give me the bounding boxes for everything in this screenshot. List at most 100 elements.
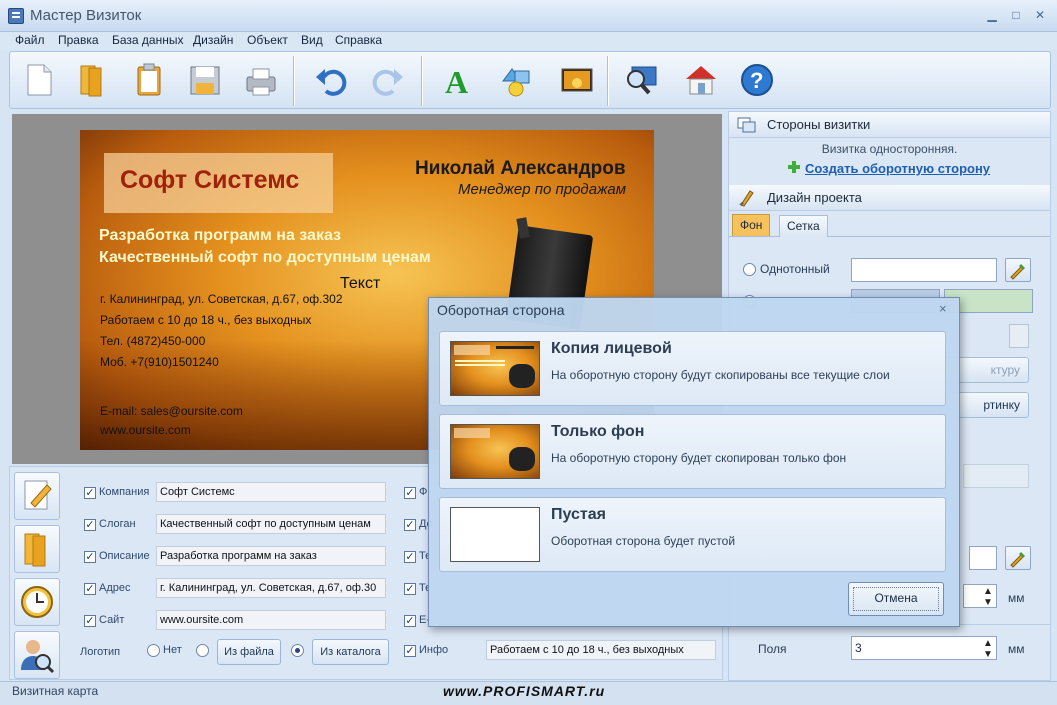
shape-tool-icon[interactable] <box>497 61 535 99</box>
info-checkbox[interactable]: ✓ <box>404 645 416 657</box>
logo-none-radio[interactable] <box>147 644 160 657</box>
logo-catalog-radio[interactable] <box>291 644 304 657</box>
menu-database[interactable]: База данных <box>112 33 183 47</box>
new-file-icon[interactable] <box>20 61 58 99</box>
minimize-button[interactable]: ▁ <box>980 6 1004 24</box>
menu-edit[interactable]: Правка <box>58 33 99 47</box>
solid-radio[interactable] <box>743 263 756 276</box>
card-phone[interactable]: Тел. (4872)450-000 <box>100 334 205 348</box>
image-tool-icon[interactable] <box>558 61 596 99</box>
watermark-text: www.PROFISMART.ru <box>443 683 606 699</box>
color-picker-icon[interactable] <box>1005 258 1031 282</box>
card-slogan-1[interactable]: Разработка программ на заказ <box>99 227 341 245</box>
open-folder-icon[interactable] <box>73 61 111 99</box>
status-text: Визитная карта <box>12 684 99 698</box>
card-slogan-2[interactable]: Качественный софт по доступным ценам <box>99 249 431 267</box>
menu-file[interactable]: Файл <box>15 33 45 47</box>
size-spinner-icon[interactable]: ▲ ▼ <box>983 586 993 608</box>
option-background-only-desc: На оборотную сторону будет скопирован то… <box>551 451 847 465</box>
card-site[interactable]: www.oursite.com <box>100 423 191 437</box>
print-icon[interactable] <box>243 61 281 99</box>
solid-color-field[interactable] <box>851 258 997 282</box>
contacts-search-button[interactable] <box>14 631 60 679</box>
home-icon[interactable] <box>682 61 720 99</box>
cancel-button[interactable]: Отмена <box>848 582 944 616</box>
option-empty[interactable]: Пустая Оборотная сторона будет пустой <box>439 497 946 572</box>
menu-object[interactable]: Объект <box>247 33 288 47</box>
empty-thumbnail <box>450 507 540 562</box>
slogan-label: Слоган <box>99 518 136 530</box>
text-tool-icon[interactable]: A <box>440 61 478 100</box>
margins-field[interactable]: 3 <box>851 636 997 660</box>
site-checkbox[interactable]: ✓ <box>84 615 96 627</box>
card-text-label[interactable]: Текст <box>340 275 380 293</box>
card-company[interactable]: Софт Системс <box>120 166 299 195</box>
dialog-close-button[interactable]: × <box>939 301 947 316</box>
option-empty-title: Пустая <box>551 506 606 523</box>
option-copy-front-title: Копия лицевой <box>551 340 672 357</box>
logo-from-file-button[interactable]: Из файла <box>217 639 281 665</box>
save-icon[interactable] <box>186 61 224 99</box>
app-icon <box>8 8 24 24</box>
menu-view[interactable]: Вид <box>301 33 323 47</box>
info-field[interactable]: Работаем с 10 до 18 ч., без выходных <box>486 640 716 660</box>
card-email[interactable]: E-mail: sales@oursite.com <box>100 404 243 418</box>
card-person-name[interactable]: Николай Александров <box>415 158 626 180</box>
option-background-only-title: Только фон <box>551 423 645 440</box>
site-field[interactable]: www.oursite.com <box>156 610 386 630</box>
logo-from-catalog-button[interactable]: Из каталога <box>312 639 389 665</box>
option-copy-front[interactable]: Копия лицевой На оборотную сторону будут… <box>439 331 946 406</box>
company-field[interactable]: Софт Системс <box>156 482 386 502</box>
maximize-button[interactable]: □ <box>1004 6 1028 24</box>
help-icon[interactable]: ? <box>738 61 776 99</box>
color-picker-2-icon[interactable] <box>1005 546 1031 570</box>
title-bar: Мастер Визиток ▁ □ ✕ <box>0 0 1057 32</box>
dropdown-arrow-icon[interactable] <box>1009 324 1029 348</box>
redo-icon[interactable] <box>369 61 407 99</box>
card-hours[interactable]: Работаем с 10 до 18 ч., без выходных <box>100 313 311 327</box>
address-field[interactable]: г. Калининград, ул. Советская, д.67, оф.… <box>156 578 386 598</box>
database-button[interactable] <box>14 525 60 573</box>
color-field-2[interactable] <box>969 546 997 570</box>
create-back-side-link[interactable]: Создать оборотную сторону <box>805 161 990 176</box>
info-label: Инфо <box>419 644 449 656</box>
close-button[interactable]: ✕ <box>1028 6 1052 24</box>
menu-help[interactable]: Справка <box>335 33 382 47</box>
design-header[interactable]: Дизайн проекта <box>729 185 1050 211</box>
logo-file-radio[interactable] <box>196 644 209 657</box>
history-button[interactable] <box>14 578 60 626</box>
sides-header[interactable]: Стороны визитки <box>729 112 1050 138</box>
description-checkbox[interactable]: ✓ <box>84 551 96 563</box>
slogan-field[interactable]: Качественный софт по доступным ценам <box>156 514 386 534</box>
col2-checkbox-3[interactable]: ✓ <box>404 551 416 563</box>
option-background-only[interactable]: Только фон На оборотную сторону будет ск… <box>439 414 946 489</box>
card-address[interactable]: г. Калининград, ул. Советская, д.67, оф.… <box>100 292 343 306</box>
col2-checkbox-2[interactable]: ✓ <box>404 519 416 531</box>
card-mobile[interactable]: Моб. +7(910)1501240 <box>100 355 219 369</box>
edit-text-button[interactable] <box>14 472 60 520</box>
toolbar: A ? <box>9 51 1051 109</box>
slogan-checkbox[interactable]: ✓ <box>84 519 96 531</box>
tab-background[interactable]: Фон <box>732 214 771 236</box>
company-checkbox[interactable]: ✓ <box>84 487 96 499</box>
unit-label-2: мм <box>1008 642 1025 656</box>
card-position[interactable]: Менеджер по продажам <box>458 181 626 198</box>
solid-label: Однотонный <box>760 262 830 276</box>
undo-icon[interactable] <box>312 61 350 99</box>
col2-checkbox-1[interactable]: ✓ <box>404 487 416 499</box>
camera-flash-image <box>516 217 530 239</box>
clipboard-icon[interactable] <box>130 61 168 99</box>
description-field[interactable]: Разработка программ на заказ <box>156 546 386 566</box>
disabled-field <box>963 464 1029 488</box>
plus-icon <box>787 160 801 174</box>
tab-grid[interactable]: Сетка <box>779 215 828 237</box>
zoom-icon[interactable] <box>622 61 660 99</box>
col2-checkbox-5[interactable]: ✓ <box>404 615 416 627</box>
option-copy-front-desc: На оборотную сторону будут скопированы в… <box>551 368 890 382</box>
unit-label-1: мм <box>1008 591 1025 605</box>
address-checkbox[interactable]: ✓ <box>84 583 96 595</box>
margins-spinner-icon[interactable]: ▲ ▼ <box>983 638 993 660</box>
col2-checkbox-4[interactable]: ✓ <box>404 583 416 595</box>
menu-design[interactable]: Дизайн <box>193 33 233 47</box>
window-title: Мастер Визиток <box>30 7 142 24</box>
